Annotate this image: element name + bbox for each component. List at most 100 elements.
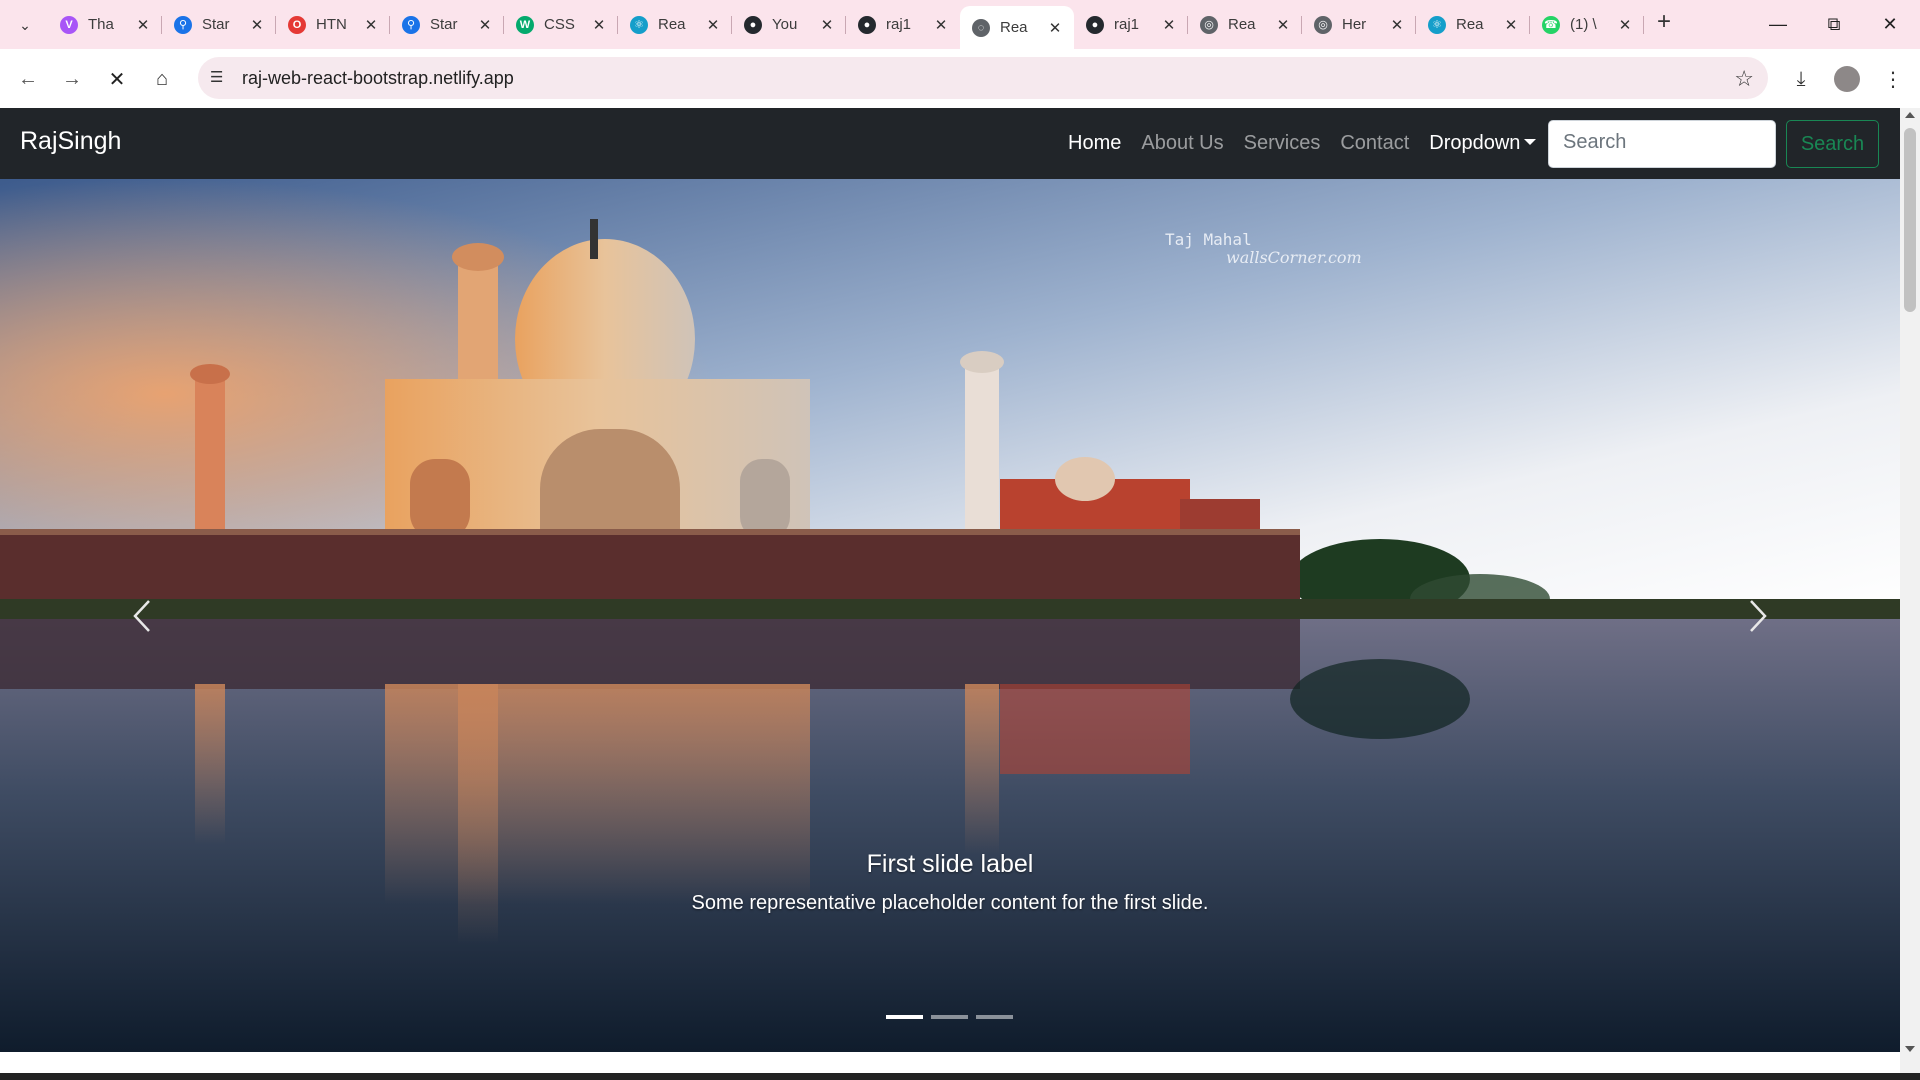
caret-down-icon	[1524, 139, 1537, 145]
minimize-icon[interactable]: —	[1756, 6, 1800, 42]
tab-title: HTN	[316, 16, 347, 33]
vite-icon: V	[60, 15, 78, 34]
page-scrollbar[interactable]	[1900, 108, 1920, 1078]
carousel-indicator[interactable]	[976, 1015, 1013, 1019]
tab-close-icon[interactable]: ✕	[476, 16, 494, 34]
forward-icon[interactable]: →	[56, 63, 88, 95]
nav-link-home[interactable]: Home	[1068, 132, 1121, 155]
carousel-indicator[interactable]	[931, 1015, 968, 1019]
back-icon[interactable]: ←	[12, 63, 44, 95]
tab-title: raj1	[886, 16, 912, 33]
tab-title: Star	[202, 16, 230, 33]
tab-title: Star	[430, 16, 458, 33]
github-icon: ●	[744, 15, 762, 34]
tab-title: (1) \	[1570, 16, 1597, 33]
tab-title: Rea	[1456, 16, 1484, 33]
nav-link-about[interactable]: About Us	[1141, 132, 1223, 155]
browser-tab[interactable]: ⚛ Rea ✕	[618, 6, 732, 43]
nav-link-services[interactable]: Services	[1244, 132, 1321, 155]
restore-icon[interactable]: ⧉	[1812, 6, 1856, 42]
browser-tabs: V Tha ✕ ⚲ Star ✕ O HTN ✕ ⚲ Star ✕ W CSS ✕ ⚛ Rea ✕ ● You ✕ ● ra…	[48, 6, 1644, 49]
nav-link-contact[interactable]: Contact	[1340, 132, 1409, 155]
tab-title: Rea	[1000, 19, 1028, 36]
tab-close-icon[interactable]: ✕	[362, 16, 380, 34]
tab-close-icon[interactable]: ✕	[1388, 16, 1406, 34]
tab-title: You	[772, 16, 798, 33]
url-text[interactable]: raj-web-react-bootstrap.netlify.app	[242, 68, 514, 89]
tab-close-icon[interactable]: ✕	[1160, 16, 1178, 34]
stop-loading-icon[interactable]: ✕	[101, 63, 133, 95]
tab-search-chevron-icon[interactable]: ⌄	[10, 10, 40, 40]
carousel-caption-title: First slide label	[866, 850, 1034, 878]
brand-logo[interactable]: RajSingh	[20, 127, 121, 156]
search-input[interactable]: Search	[1548, 120, 1776, 168]
react-icon: ⚛	[1428, 15, 1446, 34]
browser-tab[interactable]: ⚲ Star ✕	[390, 6, 504, 43]
nav-dropdown-toggle[interactable]: Dropdown	[1429, 132, 1537, 155]
globe-icon: ◎	[1200, 15, 1218, 34]
browser-tab[interactable]: ☎ (1) \ ✕	[1530, 6, 1644, 43]
browser-tab-strip: ⌄ V Tha ✕ ⚲ Star ✕ O HTN ✕ ⚲ Star ✕ W CSS ✕ ⚛ Rea ✕ ● You ✕ ●…	[0, 0, 1920, 49]
tab-title: Rea	[1228, 16, 1256, 33]
browser-tab[interactable]: V Tha ✕	[48, 6, 162, 43]
tab-close-icon[interactable]: ✕	[932, 16, 950, 34]
react-icon: ⚛	[630, 15, 648, 34]
tab-close-icon[interactable]: ✕	[704, 16, 722, 34]
hero-carousel: Taj Mahal wallsCorner.com First slide la…	[0, 179, 1900, 1052]
tab-title: Tha	[88, 16, 114, 33]
opera-icon: O	[288, 15, 306, 34]
tab-close-icon[interactable]: ✕	[248, 16, 266, 34]
carousel-indicator[interactable]	[886, 1015, 923, 1019]
browser-tab[interactable]: O HTN ✕	[276, 6, 390, 43]
browser-tab[interactable]: ⚲ Star ✕	[162, 6, 276, 43]
browser-toolbar: ← → ✕ ⌂ ☰ raj-web-react-bootstrap.netlif…	[0, 49, 1920, 108]
browser-tab[interactable]: ● raj1 ✕	[1074, 6, 1188, 43]
tab-title: raj1	[1114, 16, 1140, 33]
profile-avatar[interactable]	[1830, 62, 1864, 96]
home-icon[interactable]: ⌂	[146, 63, 178, 95]
chevron-right-icon	[1750, 599, 1767, 632]
tab-close-icon[interactable]: ✕	[1046, 19, 1064, 37]
search-button[interactable]: Search	[1786, 120, 1879, 168]
tab-close-icon[interactable]: ✕	[134, 16, 152, 34]
tab-title: Her	[1342, 16, 1367, 33]
netlify-loading-icon: ◌	[972, 18, 990, 37]
address-bar[interactable]: ☰ raj-web-react-bootstrap.netlify.app ☆	[198, 57, 1768, 99]
scroll-up-icon[interactable]	[1905, 112, 1915, 118]
dropdown-label: Dropdown	[1429, 132, 1521, 154]
browser-tab[interactable]: ◎ Her ✕	[1302, 6, 1416, 43]
site-navbar: RajSingh Home About Us Services Contact …	[0, 108, 1900, 179]
chevron-left-icon	[133, 599, 150, 632]
tab-close-icon[interactable]: ✕	[590, 16, 608, 34]
watermark-site: wallsCorner.com	[1226, 248, 1362, 267]
carousel-indicators	[886, 1015, 1013, 1019]
site-info-icon[interactable]: ☰	[210, 68, 230, 88]
close-window-icon[interactable]: ✕	[1868, 6, 1912, 42]
scroll-thumb[interactable]	[1904, 128, 1916, 312]
web-page: RajSingh Home About Us Services Contact …	[0, 108, 1900, 1078]
menu-kebab-icon[interactable]: ⋮	[1876, 62, 1910, 96]
tab-close-icon[interactable]: ✕	[818, 16, 836, 34]
scroll-down-icon[interactable]	[1905, 1046, 1915, 1052]
browser-tab[interactable]: ● raj1 ✕	[846, 6, 960, 43]
tab-close-icon[interactable]: ✕	[1502, 16, 1520, 34]
watermark-title: Taj Mahal	[1165, 230, 1252, 249]
tab-close-icon[interactable]: ✕	[1274, 16, 1292, 34]
carousel-caption-text: Some representative placeholder content …	[691, 892, 1209, 914]
browser-tab[interactable]: ◌ Rea ✕	[960, 6, 1074, 49]
carousel-next-control[interactable]	[1616, 179, 1900, 1052]
taskbar-edge	[0, 1073, 1920, 1080]
tab-close-icon[interactable]: ✕	[1616, 16, 1634, 34]
browser-tab[interactable]: ⚛ Rea ✕	[1416, 6, 1530, 43]
browser-tab[interactable]: W CSS ✕	[504, 6, 618, 43]
browser-tab[interactable]: ◎ Rea ✕	[1188, 6, 1302, 43]
new-tab-button[interactable]: +	[1650, 8, 1678, 36]
download-icon[interactable]: ⤓	[1784, 62, 1818, 96]
avatar	[1834, 66, 1860, 92]
bookmark-star-icon[interactable]: ☆	[1734, 66, 1754, 92]
github-icon: ●	[1086, 15, 1104, 34]
search-icon: ⚲	[174, 15, 192, 34]
carousel-prev-control[interactable]	[0, 179, 284, 1052]
browser-tab[interactable]: ● You ✕	[732, 6, 846, 43]
taj-mahal-slide-image: Taj Mahal wallsCorner.com	[0, 179, 1900, 1052]
